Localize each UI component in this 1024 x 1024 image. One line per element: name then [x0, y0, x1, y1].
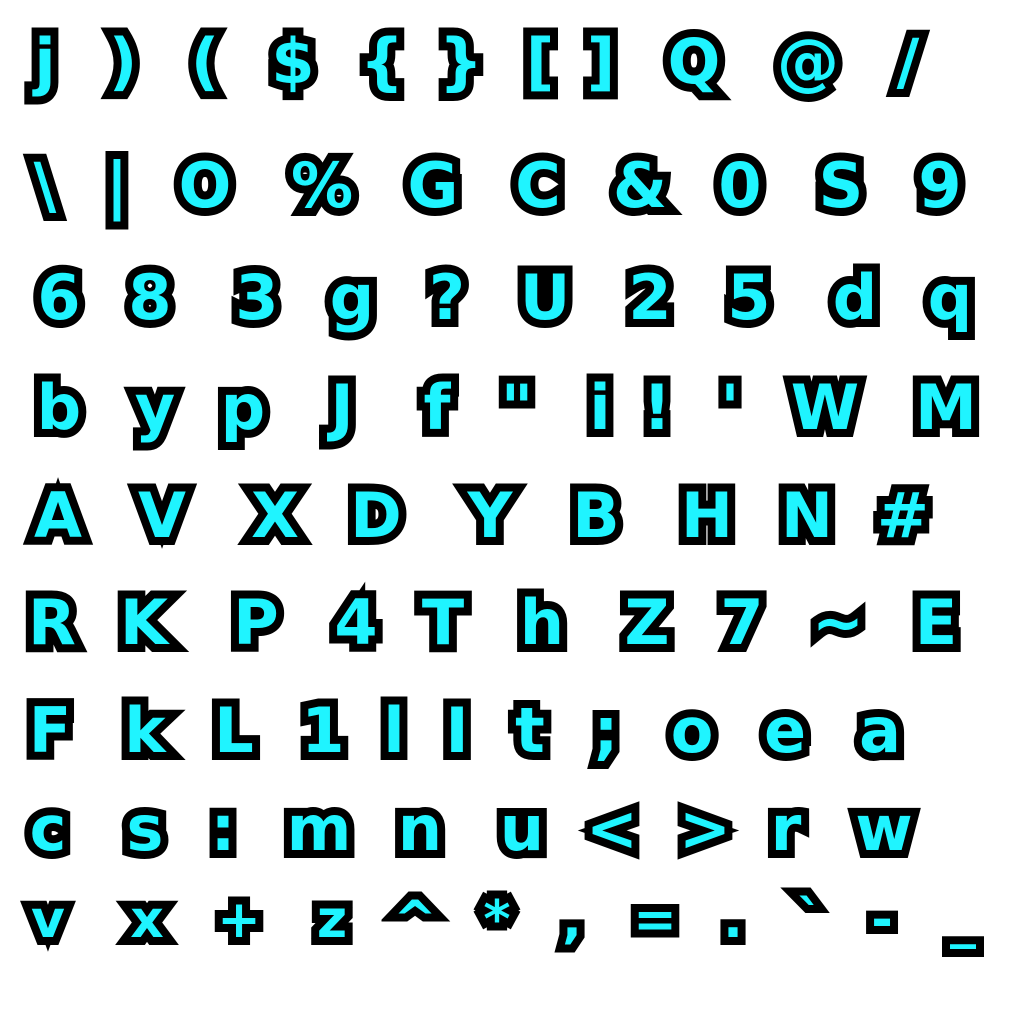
glyph-upper-w: W	[783, 369, 867, 447]
glyph-question: ?	[421, 259, 473, 337]
glyph-char-2: 2	[620, 259, 679, 337]
glyph-apostrophe: '	[713, 369, 748, 447]
glyph-lower-w: w	[847, 790, 920, 868]
glyph-percent: %	[283, 147, 361, 225]
glyph-char-4: 4	[326, 584, 385, 662]
glyph-lower-x: x	[122, 886, 172, 954]
glyph-colon: :	[203, 790, 244, 868]
glyph-char-3: 3	[227, 259, 286, 337]
glyph-lower-q: q	[920, 259, 980, 337]
glyph-upper-b: B	[564, 477, 627, 555]
glyph-char-9: 9	[910, 147, 969, 225]
glyph-upper-k: K	[112, 584, 176, 662]
glyph-lower-n: n	[390, 790, 450, 868]
glyph-tilde: ~	[804, 584, 872, 662]
glyph-pipe: |	[98, 147, 137, 225]
glyph-char-7: 7	[712, 584, 771, 662]
glyph-upper-o: O	[171, 147, 240, 225]
glyph-upper-g: G	[400, 147, 467, 225]
glyph-upper-s: S	[811, 147, 872, 225]
glyph-at: @	[769, 23, 847, 101]
glyph-upper-y: Y	[460, 477, 521, 555]
glyph-upper-f: F	[21, 692, 79, 770]
glyph-lower-h: h	[512, 584, 572, 662]
glyph-char-5: 5	[719, 259, 778, 337]
glyph-upper-t: T	[414, 584, 472, 662]
glyph-lower-o: o	[663, 692, 722, 770]
glyph-upper-m: M	[907, 369, 985, 447]
glyph-plus: +	[209, 886, 269, 954]
glyph-upper-v: V	[130, 477, 194, 555]
glyph-char-8: 8	[120, 259, 179, 337]
glyph-upper-c: C	[507, 147, 569, 225]
glyph-hash: #	[869, 477, 937, 555]
glyph-upper-p: P	[225, 584, 286, 662]
glyph-upper-e: E	[907, 584, 965, 662]
glyph-dollar: $	[263, 23, 322, 101]
glyph-lower-k: k	[116, 692, 173, 770]
glyph-bracket-right: ]	[579, 23, 623, 101]
glyph-char-6: 6	[29, 259, 88, 337]
glyph-semicolon: ;	[586, 692, 627, 770]
glyph-lower-c: c	[22, 790, 75, 868]
glyph-lower-m: m	[279, 790, 360, 868]
glyph-lower-b: b	[29, 369, 89, 447]
glyph-upper-z: Z	[617, 584, 678, 662]
glyph-lower-y: y	[127, 369, 183, 447]
glyph-upper-u: U	[512, 259, 578, 337]
glyph-ampersand: &	[605, 147, 675, 225]
glyph-upper-j: J	[322, 369, 361, 447]
glyph-upper-a: A	[26, 477, 90, 555]
glyph-lower-d: d	[825, 259, 885, 337]
glyph-upper-q: Q	[660, 23, 729, 101]
glyph-less-than: <	[578, 790, 646, 868]
glyph-upper-d: D	[342, 477, 409, 555]
glyph-upper-h: H	[673, 477, 741, 555]
glyph-lower-e: e	[756, 692, 814, 770]
glyph-upper-n: N	[773, 477, 841, 555]
glyph-upper-x: X	[243, 477, 307, 555]
glyph-atlas: j)(${}[] Q @ / \ | O% G C & 0 S 9 6 8 3 g? U 2 5 d q b y p Jf " i! '…	[0, 0, 1024, 1024]
glyph-slash: /	[889, 23, 928, 101]
glyph-lower-a: a	[851, 692, 909, 770]
glyph-lower-v: v	[23, 886, 73, 954]
glyph-underscore: _	[942, 886, 984, 954]
glyph-paren-left: (	[183, 23, 227, 101]
glyph-lower-g: g	[322, 259, 382, 337]
glyph-lower-r: r	[763, 790, 810, 868]
glyph-lower-p: p	[213, 369, 273, 447]
glyph-char-0: 0	[710, 147, 769, 225]
glyph-upper-l: L	[206, 692, 262, 770]
glyph-lower-u: u	[492, 790, 552, 868]
glyph-upper-r: R	[20, 584, 84, 662]
